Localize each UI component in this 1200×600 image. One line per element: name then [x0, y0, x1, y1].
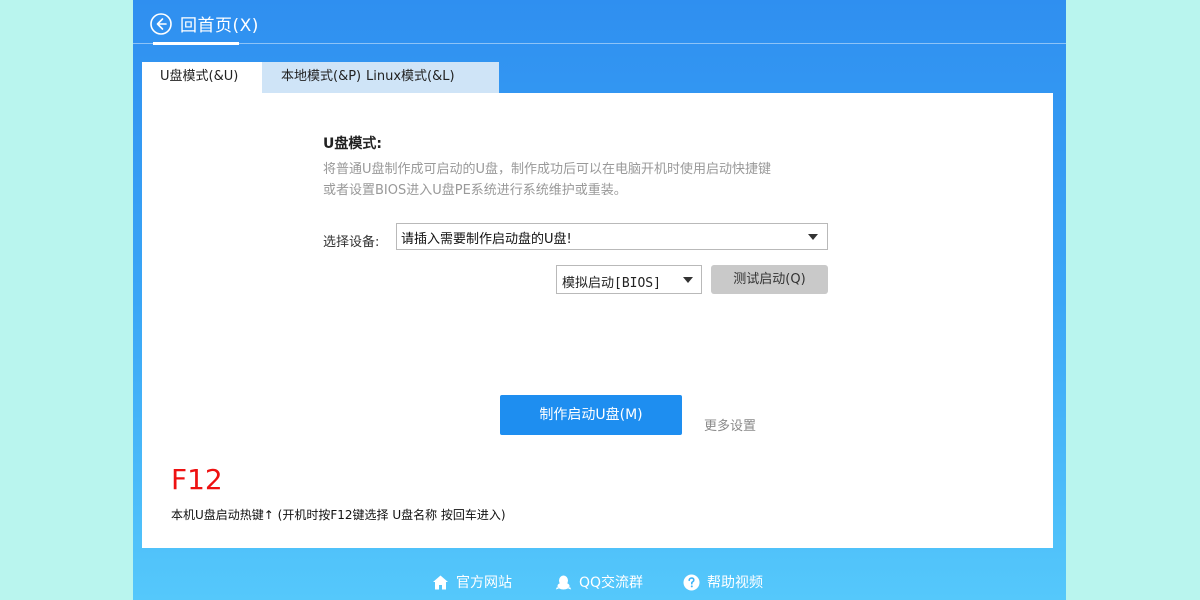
header-divider: [133, 43, 1066, 44]
hotkey-note: 本机U盘启动热键↑ (开机时按F12键选择 U盘名称 按回车进入): [171, 508, 506, 522]
description-line: 或者设置BIOS进入U盘PE系统进行系统维护或重装。: [323, 183, 627, 198]
mode-title: U盘模式:: [323, 136, 382, 152]
tab-linux-mode[interactable]: Linux模式(&L): [366, 62, 455, 93]
chevron-down-icon: [683, 277, 693, 283]
back-arrow-icon: [150, 12, 172, 35]
home-button[interactable]: 回首页(X): [150, 11, 259, 36]
app-window: 回首页(X) U盘模式(&U) 本地模式(&P) Linux模式(&L) U盘模…: [133, 0, 1066, 600]
official-site-link[interactable]: 官方网站: [432, 572, 512, 592]
boot-mode-select[interactable]: 模拟启动[BIOS]: [556, 265, 702, 294]
help-video-label: 帮助视频: [707, 575, 763, 591]
qq-group-link[interactable]: QQ交流群: [555, 572, 643, 592]
device-select[interactable]: 请插入需要制作启动盘的U盘!: [396, 223, 828, 250]
boot-mode-value: 模拟启动[BIOS]: [562, 276, 661, 291]
device-label: 选择设备:: [323, 235, 380, 250]
home-label: 回首页(X): [180, 16, 259, 36]
footer: 官方网站 QQ交流群 帮助视频: [133, 566, 1066, 600]
help-icon: [683, 574, 700, 590]
more-settings-link[interactable]: 更多设置: [704, 415, 756, 434]
mode-description: 将普通U盘制作成可启动的U盘，制作成功后可以在电脑开机时使用启动快捷键 或者设置…: [323, 159, 843, 201]
tab-usb-mode[interactable]: U盘模式(&U): [142, 62, 262, 93]
hotkey-value: F12: [171, 463, 223, 496]
test-boot-button[interactable]: 测试启动(Q): [711, 265, 828, 294]
qq-group-label: QQ交流群: [579, 575, 644, 591]
device-select-value: 请插入需要制作启动盘的U盘!: [401, 232, 572, 247]
qq-penguin-icon: [555, 575, 572, 589]
tab-local-mode[interactable]: 本地模式(&P): [262, 62, 366, 93]
official-site-label: 官方网站: [456, 575, 512, 591]
home-icon: [433, 575, 448, 589]
description-line: 将普通U盘制作成可启动的U盘，制作成功后可以在电脑开机时使用启动快捷键: [323, 162, 772, 177]
chevron-down-icon: [808, 234, 818, 240]
inactive-tabs: 本地模式(&P) Linux模式(&L): [262, 62, 499, 93]
usb-mode-panel: U盘模式: 将普通U盘制作成可启动的U盘，制作成功后可以在电脑开机时使用启动快捷…: [142, 93, 1053, 548]
help-video-link[interactable]: 帮助视频: [683, 572, 763, 592]
make-boot-usb-button[interactable]: 制作启动U盘(M): [500, 395, 682, 435]
header: 回首页(X): [133, 0, 1066, 46]
mode-tabs: U盘模式(&U) 本地模式(&P) Linux模式(&L): [142, 62, 499, 93]
